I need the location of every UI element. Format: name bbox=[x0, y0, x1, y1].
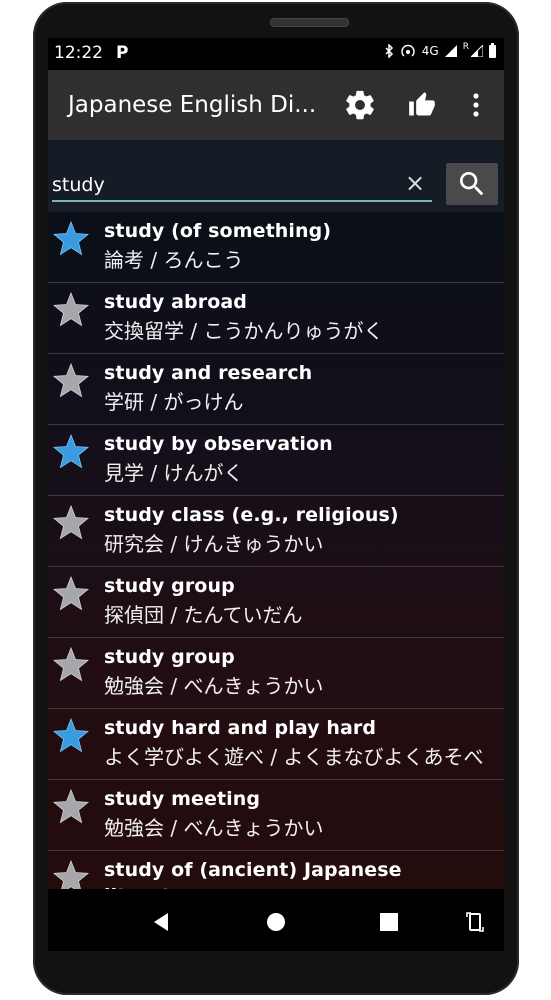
search-button[interactable] bbox=[446, 163, 498, 205]
search-input[interactable] bbox=[52, 170, 432, 202]
list-item[interactable]: study by observation 見学 / けんがく bbox=[48, 425, 504, 496]
entry-english: study class (e.g., religious) bbox=[104, 504, 399, 526]
network-type: 4G bbox=[421, 44, 439, 58]
phone-screen: 12:22 P 4G R Japanese English Di... stud… bbox=[48, 38, 504, 889]
list-item[interactable]: study of (ancient) Japanese literature bbox=[48, 851, 504, 889]
entry-japanese: 見学 / けんがく bbox=[104, 461, 244, 485]
thumbs-up-icon bbox=[409, 92, 435, 116]
entry-japanese: 学研 / がっけん bbox=[104, 390, 244, 414]
entry-english: study group bbox=[104, 575, 235, 597]
entry-japanese: よく学びよく遊べ / よくまなびよくあそべ bbox=[104, 745, 484, 769]
settings-button[interactable] bbox=[342, 87, 378, 123]
entry-japanese: 探偵団 / たんていだん bbox=[104, 603, 303, 627]
search-icon bbox=[460, 172, 484, 196]
entry-japanese: 勉強会 / べんきょうかい bbox=[104, 816, 324, 840]
entry-japanese: 勉強会 / べんきょうかい bbox=[104, 674, 324, 698]
list-item[interactable]: study and research 学研 / がっけん bbox=[48, 354, 504, 425]
settings-icon bbox=[346, 90, 374, 120]
entry-japanese: 論考 / ろんこう bbox=[104, 248, 244, 272]
star-icon[interactable] bbox=[52, 220, 90, 258]
overflow-menu-icon bbox=[473, 93, 479, 117]
star-icon[interactable] bbox=[52, 859, 90, 889]
signal-icon bbox=[444, 45, 457, 57]
star-icon[interactable] bbox=[52, 788, 90, 826]
list-item[interactable]: study (of something) 論考 / ろんこう bbox=[48, 212, 504, 283]
star-icon[interactable] bbox=[52, 433, 90, 471]
rotate-button[interactable] bbox=[460, 907, 490, 937]
rotate-screen-icon bbox=[466, 912, 484, 932]
status-time: 12:22 bbox=[54, 43, 103, 63]
status-icons: 4G R bbox=[384, 42, 496, 58]
entry-japanese: 交換留学 / こうかんりゅうがく bbox=[104, 319, 384, 343]
recents-button[interactable] bbox=[374, 907, 404, 937]
entry-japanese: 研究会 / けんきゅうかい bbox=[104, 532, 324, 556]
speaker-grille bbox=[270, 18, 349, 27]
star-icon[interactable] bbox=[52, 504, 90, 542]
overflow-menu-button[interactable] bbox=[458, 87, 494, 123]
home-icon bbox=[267, 913, 285, 931]
list-item[interactable]: study hard and play hard よく学びよく遊べ / よくまなび… bbox=[48, 709, 504, 780]
home-button[interactable] bbox=[261, 907, 291, 937]
bluetooth-icon bbox=[385, 44, 393, 58]
entry-english: study meeting bbox=[104, 788, 261, 810]
hotspot-icon bbox=[401, 44, 415, 57]
back-button[interactable] bbox=[146, 907, 176, 937]
close-icon: × bbox=[404, 169, 426, 197]
list-item[interactable]: study group 勉強会 / べんきょうかい bbox=[48, 638, 504, 709]
list-item[interactable]: study abroad 交換留学 / こうかんりゅうがく bbox=[48, 283, 504, 354]
star-icon[interactable] bbox=[52, 717, 90, 755]
status-bar: 12:22 P 4G R bbox=[48, 38, 504, 70]
entry-english: study hard and play hard bbox=[104, 717, 377, 739]
app-bar: Japanese English Di... bbox=[48, 70, 504, 140]
list-item[interactable]: study group 探偵団 / たんていだん bbox=[48, 567, 504, 638]
roaming-indicator: R bbox=[462, 42, 469, 52]
star-icon[interactable] bbox=[52, 362, 90, 400]
navigation-bar bbox=[48, 889, 504, 951]
rate-button[interactable] bbox=[404, 87, 440, 123]
parking-notification-icon: P bbox=[116, 43, 129, 63]
battery-icon bbox=[489, 42, 496, 58]
list-item[interactable]: study meeting 勉強会 / べんきょうかい bbox=[48, 780, 504, 851]
star-icon[interactable] bbox=[52, 575, 90, 613]
entry-english: study abroad bbox=[104, 291, 247, 313]
entry-english: study of (ancient) Japanese literature bbox=[104, 859, 402, 889]
search-bar: × bbox=[48, 140, 504, 212]
entry-english: study (of something) bbox=[104, 220, 332, 242]
back-icon bbox=[154, 913, 168, 931]
list-item[interactable]: study class (e.g., religious) 研究会 / けんきゅう… bbox=[48, 496, 504, 567]
recents-icon bbox=[380, 913, 398, 931]
entry-english: study group bbox=[104, 646, 235, 668]
app-title: Japanese English Di... bbox=[68, 92, 317, 118]
signal-roaming-icon bbox=[471, 45, 483, 57]
entry-english: study and research bbox=[104, 362, 313, 384]
clear-search-button[interactable]: × bbox=[402, 170, 428, 196]
entry-english: study by observation bbox=[104, 433, 333, 455]
results-list: study (of something) 論考 / ろんこう study abroa… bbox=[48, 212, 504, 889]
star-icon[interactable] bbox=[52, 646, 90, 684]
star-icon[interactable] bbox=[52, 291, 90, 329]
